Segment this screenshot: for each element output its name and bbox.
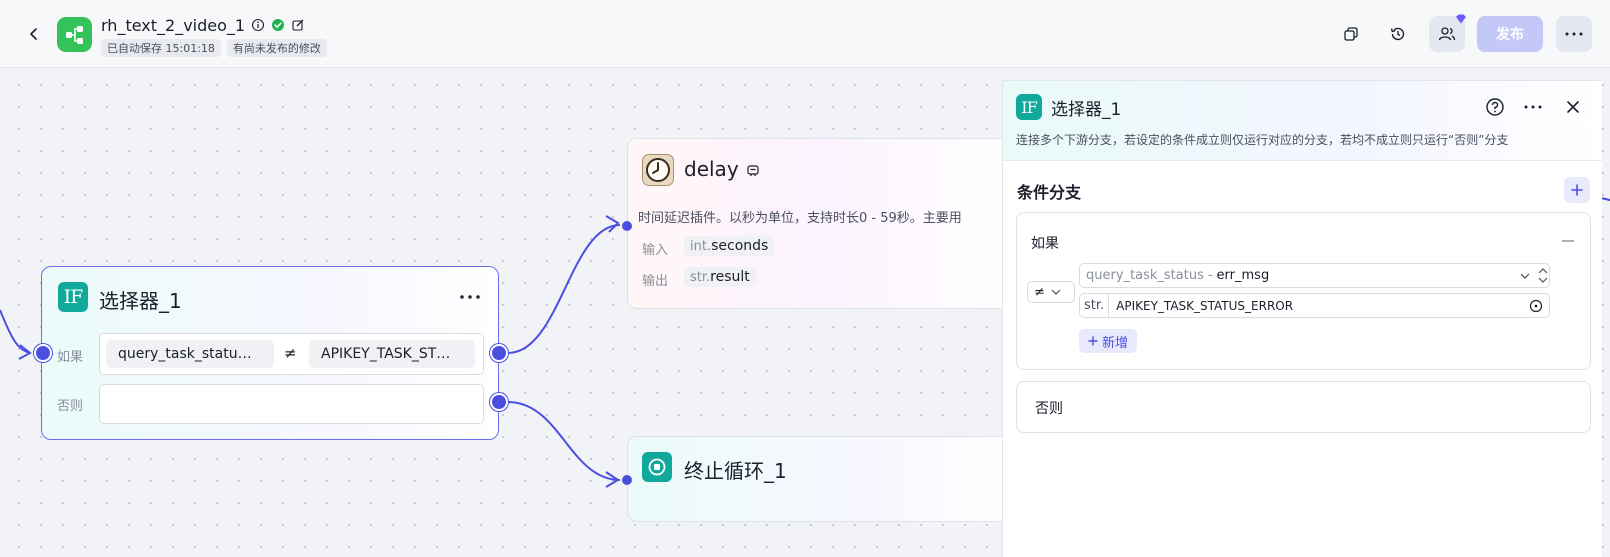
- delay-node[interactable]: delay 时间延迟插件。以秒为单位，支持时长0 - 59秒。主要用 输入 in…: [627, 138, 1017, 309]
- if-condition-box[interactable]: query_task_statu… ≠ APIKEY_TASK_ST…: [99, 333, 484, 375]
- selector-if-label: 如果: [57, 350, 84, 365]
- help-icon[interactable]: [1485, 97, 1505, 117]
- selector-node[interactable]: IF 选择器_1 如果 query_task_statu… ≠ APIKEY_T…: [41, 266, 499, 440]
- autosave-badge: 已自动保存 15:01:18: [101, 39, 221, 57]
- left-separator: -: [1207, 268, 1213, 283]
- operator-not-equal: ≠: [284, 344, 297, 362]
- delay-input-chip: int.seconds: [684, 236, 775, 256]
- panel-header: IF 选择器_1 连接多个下游分支，若设定的条件成立则仅运行对应的分支，若均不成…: [1003, 81, 1602, 161]
- right-operand-chip: APIKEY_TASK_ST…: [309, 340, 475, 368]
- operator-value: ≠: [1034, 284, 1045, 300]
- if-branch-label: 如果: [1031, 236, 1059, 252]
- if-icon: IF: [58, 282, 88, 312]
- history-icon: [1390, 27, 1405, 41]
- collapse-minus-icon[interactable]: [1562, 240, 1574, 242]
- delay-description: 时间延迟插件。以秒为单位，支持时长0 - 59秒。主要用: [638, 211, 962, 226]
- edit-icon[interactable]: [291, 18, 305, 32]
- right-value-text: APIKEY_TASK_STATUS_ERROR: [1116, 298, 1294, 313]
- plus-icon: [1571, 184, 1583, 196]
- chevron-down-icon: [1520, 273, 1530, 279]
- users-icon: [1438, 27, 1456, 41]
- top-bar: rh_text_2_video_1 已自动保存 15:01:18 有尚未发布的修…: [0, 0, 1610, 68]
- left-node-name: query_task_status: [1086, 268, 1204, 283]
- else-condition-box[interactable]: [99, 384, 484, 424]
- history-button[interactable]: [1384, 20, 1412, 48]
- delay-input-label: 输入: [642, 243, 669, 258]
- else-branch-card: 否则: [1016, 381, 1591, 433]
- panel-description: 连接多个下游分支，若设定的条件成立则仅运行对应的分支，若均不成立则只运行“否则”…: [1016, 133, 1509, 147]
- delay-title: delay: [684, 157, 739, 181]
- delay-input-port[interactable]: [622, 221, 632, 231]
- terminate-title: 终止循环_1: [684, 459, 787, 483]
- operator-select[interactable]: ≠: [1027, 281, 1075, 303]
- add-condition-label: 新增: [1102, 335, 1129, 351]
- left-operand-chip: query_task_statu…: [106, 340, 274, 368]
- plus-icon: [1088, 336, 1098, 346]
- right-value-field[interactable]: str. APIKEY_TASK_STATUS_ERROR: [1079, 293, 1550, 318]
- selector-title: 选择器_1: [99, 289, 182, 313]
- panel-title: 选择器_1: [1051, 100, 1122, 120]
- else-output-port[interactable]: [490, 393, 508, 411]
- add-condition-button[interactable]: 新增: [1079, 329, 1138, 353]
- if-branch-card: 如果 ≠ query_task_status - err_msg str. AP…: [1016, 212, 1591, 370]
- selector-input-port[interactable]: [34, 344, 52, 362]
- plugin-icon: [747, 165, 759, 176]
- verified-check-icon: [271, 18, 285, 32]
- panel-more-icon[interactable]: [1524, 105, 1542, 109]
- input-name: seconds: [711, 238, 769, 254]
- condition-branch-title: 条件分支: [1017, 183, 1082, 202]
- stop-icon: [642, 452, 672, 482]
- clock-icon: [642, 154, 674, 186]
- chevron-down-icon: [1051, 289, 1061, 295]
- variable-target-icon[interactable]: [1529, 299, 1543, 313]
- workflow-logo-icon: [57, 17, 92, 52]
- terminate-input-port[interactable]: [622, 475, 632, 485]
- title-block: rh_text_2_video_1 已自动保存 15:01:18 有尚未发布的修…: [101, 14, 327, 57]
- panel-if-icon: IF: [1016, 94, 1042, 120]
- close-icon[interactable]: [1566, 100, 1580, 114]
- copy-button[interactable]: [1337, 20, 1365, 48]
- node-more-icon[interactable]: [460, 295, 480, 299]
- workflow-title: rh_text_2_video_1: [101, 15, 246, 35]
- unpublished-badge: 有尚未发布的修改: [226, 39, 327, 57]
- copy-icon: [1344, 27, 1358, 41]
- add-branch-button[interactable]: [1564, 177, 1590, 203]
- else-branch-label: 否则: [1035, 401, 1063, 417]
- more-options-button[interactable]: [1556, 16, 1592, 52]
- left-variable-select[interactable]: query_task_status - err_msg: [1079, 263, 1550, 288]
- input-type: int.: [690, 239, 712, 254]
- output-type: str.: [690, 270, 711, 285]
- delay-output-chip: str.result: [684, 267, 756, 287]
- delay-output-label: 输出: [642, 274, 669, 289]
- sort-stepper-icon[interactable]: [1538, 267, 1548, 284]
- if-output-port[interactable]: [490, 344, 508, 362]
- output-name: result: [710, 269, 750, 285]
- collaborators-button[interactable]: [1429, 14, 1466, 52]
- more-horizontal-icon: [1565, 32, 1583, 36]
- back-button[interactable]: [22, 22, 46, 46]
- selector-else-label: 否则: [57, 399, 84, 414]
- node-config-panel: IF 选择器_1 连接多个下游分支，若设定的条件成立则仅运行对应的分支，若均不成…: [1002, 80, 1602, 557]
- diamond-badge-icon: [1456, 14, 1466, 24]
- publish-button[interactable]: 发布: [1477, 16, 1543, 52]
- left-field-name: err_msg: [1216, 268, 1270, 283]
- terminate-loop-node[interactable]: 终止循环_1: [627, 436, 1017, 522]
- info-icon[interactable]: [251, 18, 265, 32]
- chevron-left-icon: [30, 28, 37, 40]
- right-value-type: str.: [1080, 294, 1110, 317]
